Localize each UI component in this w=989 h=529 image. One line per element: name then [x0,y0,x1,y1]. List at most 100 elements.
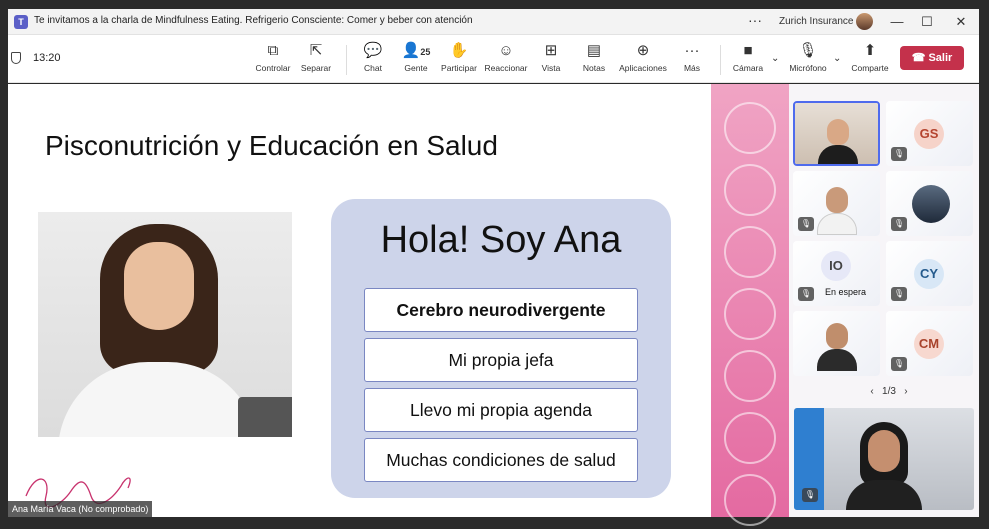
participant-tile[interactable]: CY 🎙 [886,241,973,306]
window-title: Te invitamos a la charla de Mindfulness … [34,15,473,26]
next-page-icon[interactable]: › [904,386,907,397]
slide-title: Pisconutrición y Educación en Salud [45,130,498,161]
participant-tile[interactable] [793,101,880,166]
maximize-button[interactable]: ☐ [914,12,940,32]
presenter-photo [38,212,292,437]
toolbar-divider [346,45,347,75]
previous-page-icon[interactable]: ‹ [870,386,873,397]
chat-button[interactable]: 💬 Chat [349,41,397,81]
more-button[interactable]: ··· Más [668,41,716,81]
people-count: 25 [420,47,431,57]
people-icon: 👤 [401,42,421,59]
react-button[interactable]: ☺ Reaccionar [482,41,530,81]
meeting-toolbar: 13:20 ⧉ Controlar ⇱ Separar 💬 Chat 👤25 G… [8,35,979,83]
leave-button[interactable]: ☎ Salir [900,46,964,70]
participant-tile[interactable]: GS 🎙 [886,101,973,166]
person-head [826,187,848,213]
intro-point: Cerebro neurodivergente [364,288,638,332]
minimize-button[interactable]: — [884,12,910,32]
person-head [826,323,848,349]
phone-hangup-icon: ☎ [911,52,929,64]
person-face [868,430,900,472]
close-window-button[interactable]: ✕ [948,12,974,32]
participant-gallery: GS 🎙 🎙 🎙 IO 🎙 En espera CY 🎙 CM 🎙 ‹ 1/3 … [789,84,979,517]
speaker-video[interactable]: 🎙 [794,408,974,510]
photo-coat [58,362,258,437]
heart-brain-icon [724,102,776,154]
participant-tile[interactable]: CM 🎙 [886,311,973,376]
leave-label: Salir [928,52,953,64]
camera-icon: ■ [743,42,753,59]
people-button[interactable]: 👤25 Gente [392,41,440,81]
emoji-icon: ☺ [498,42,514,59]
participant-initials: CM [914,329,944,359]
share-icon: ⬆ [863,42,877,59]
share-button[interactable]: ⬆ Comparte [846,41,894,81]
monitor-heart-icon [724,288,776,340]
participant-tile[interactable]: 🎙 [793,171,880,236]
separate-label: Separar [300,63,332,73]
separate-button[interactable]: ⇱ Separar [292,41,340,81]
participant-initials: CY [914,259,944,289]
gallery-pager: ‹ 1/3 › [849,386,929,397]
share-label: Comparte [851,63,889,73]
slide-side-strip [711,84,789,526]
participant-tile[interactable] [793,311,880,376]
mic-off-icon: 🎙 [891,217,907,231]
photo-laptop [238,397,292,437]
camera-button[interactable]: ■ Cámara [724,41,772,81]
presenter-name-tag: Ana María Vaca (No comprobado) [8,501,153,517]
more-options-icon[interactable]: ··· [748,12,762,28]
mic-off-icon: 🎙 [891,147,907,161]
intro-card: Hola! Soy Ana Cerebro neurodivergente Mi… [331,199,671,498]
participant-initials: GS [914,119,944,149]
controls-label: Controlar [255,63,291,73]
add-app-icon: ⊕ [636,42,650,59]
photo-face [124,242,194,330]
microphone-button[interactable]: 🎙 Micrófono [784,41,832,81]
view-label: Vista [541,63,561,73]
participant-tile[interactable]: IO 🎙 En espera [793,241,880,306]
participant-initials: IO [821,251,851,281]
notes-icon: ▤ [586,42,602,59]
control-icon: ⧉ [267,42,279,59]
org-name: Zurich Insurance [779,16,854,27]
person-body [817,349,857,371]
mic-label: Micrófono [789,63,827,73]
mic-off-icon: 🎙 [891,357,907,371]
pop-out-icon: ⇱ [309,42,323,59]
hands-heart-icon [724,412,776,464]
book-icon [724,350,776,402]
controls-button[interactable]: ⧉ Controlar [249,41,297,81]
people-label: Gente [404,63,428,73]
view-button[interactable]: ⊞ Vista [527,41,575,81]
waiting-status: En espera [825,287,867,297]
window-titlebar: T Te invitamos a la charla de Mindfulnes… [8,9,979,35]
person-body [817,213,857,235]
camera-label: Cámara [732,63,764,73]
participant-tile[interactable]: 🎙 [886,171,973,236]
plant-icon [724,474,776,526]
person-body [846,480,922,510]
notes-button[interactable]: ▤ Notas [570,41,618,81]
person-head [827,119,849,145]
account-avatar[interactable] [856,13,873,30]
leaf-icon [724,226,776,278]
mic-options-chevron-icon[interactable]: ⌄ [833,53,841,64]
lightbulb-icon [724,164,776,216]
intro-heading: Hola! Soy Ana [380,219,622,261]
teams-logo-icon: T [14,15,28,29]
apps-label: Aplicaciones [619,63,667,73]
hand-icon: ✋ [449,42,469,59]
mic-off-icon: 🎙 [891,287,907,301]
intro-point: Llevo mi propia agenda [364,388,638,432]
mic-off-icon: 🎙 [798,217,814,231]
raise-hand-button[interactable]: ✋ Participar [435,41,483,81]
apps-button[interactable]: ⊕ Aplicaciones [619,41,667,81]
people-icon-wrap: 👤25 [392,41,440,61]
toolbar-divider [720,45,721,75]
camera-options-chevron-icon[interactable]: ⌄ [771,53,779,64]
mic-off-icon: 🎙 [802,488,818,502]
chat-label: Chat [364,63,382,73]
more-label: Más [683,63,701,73]
